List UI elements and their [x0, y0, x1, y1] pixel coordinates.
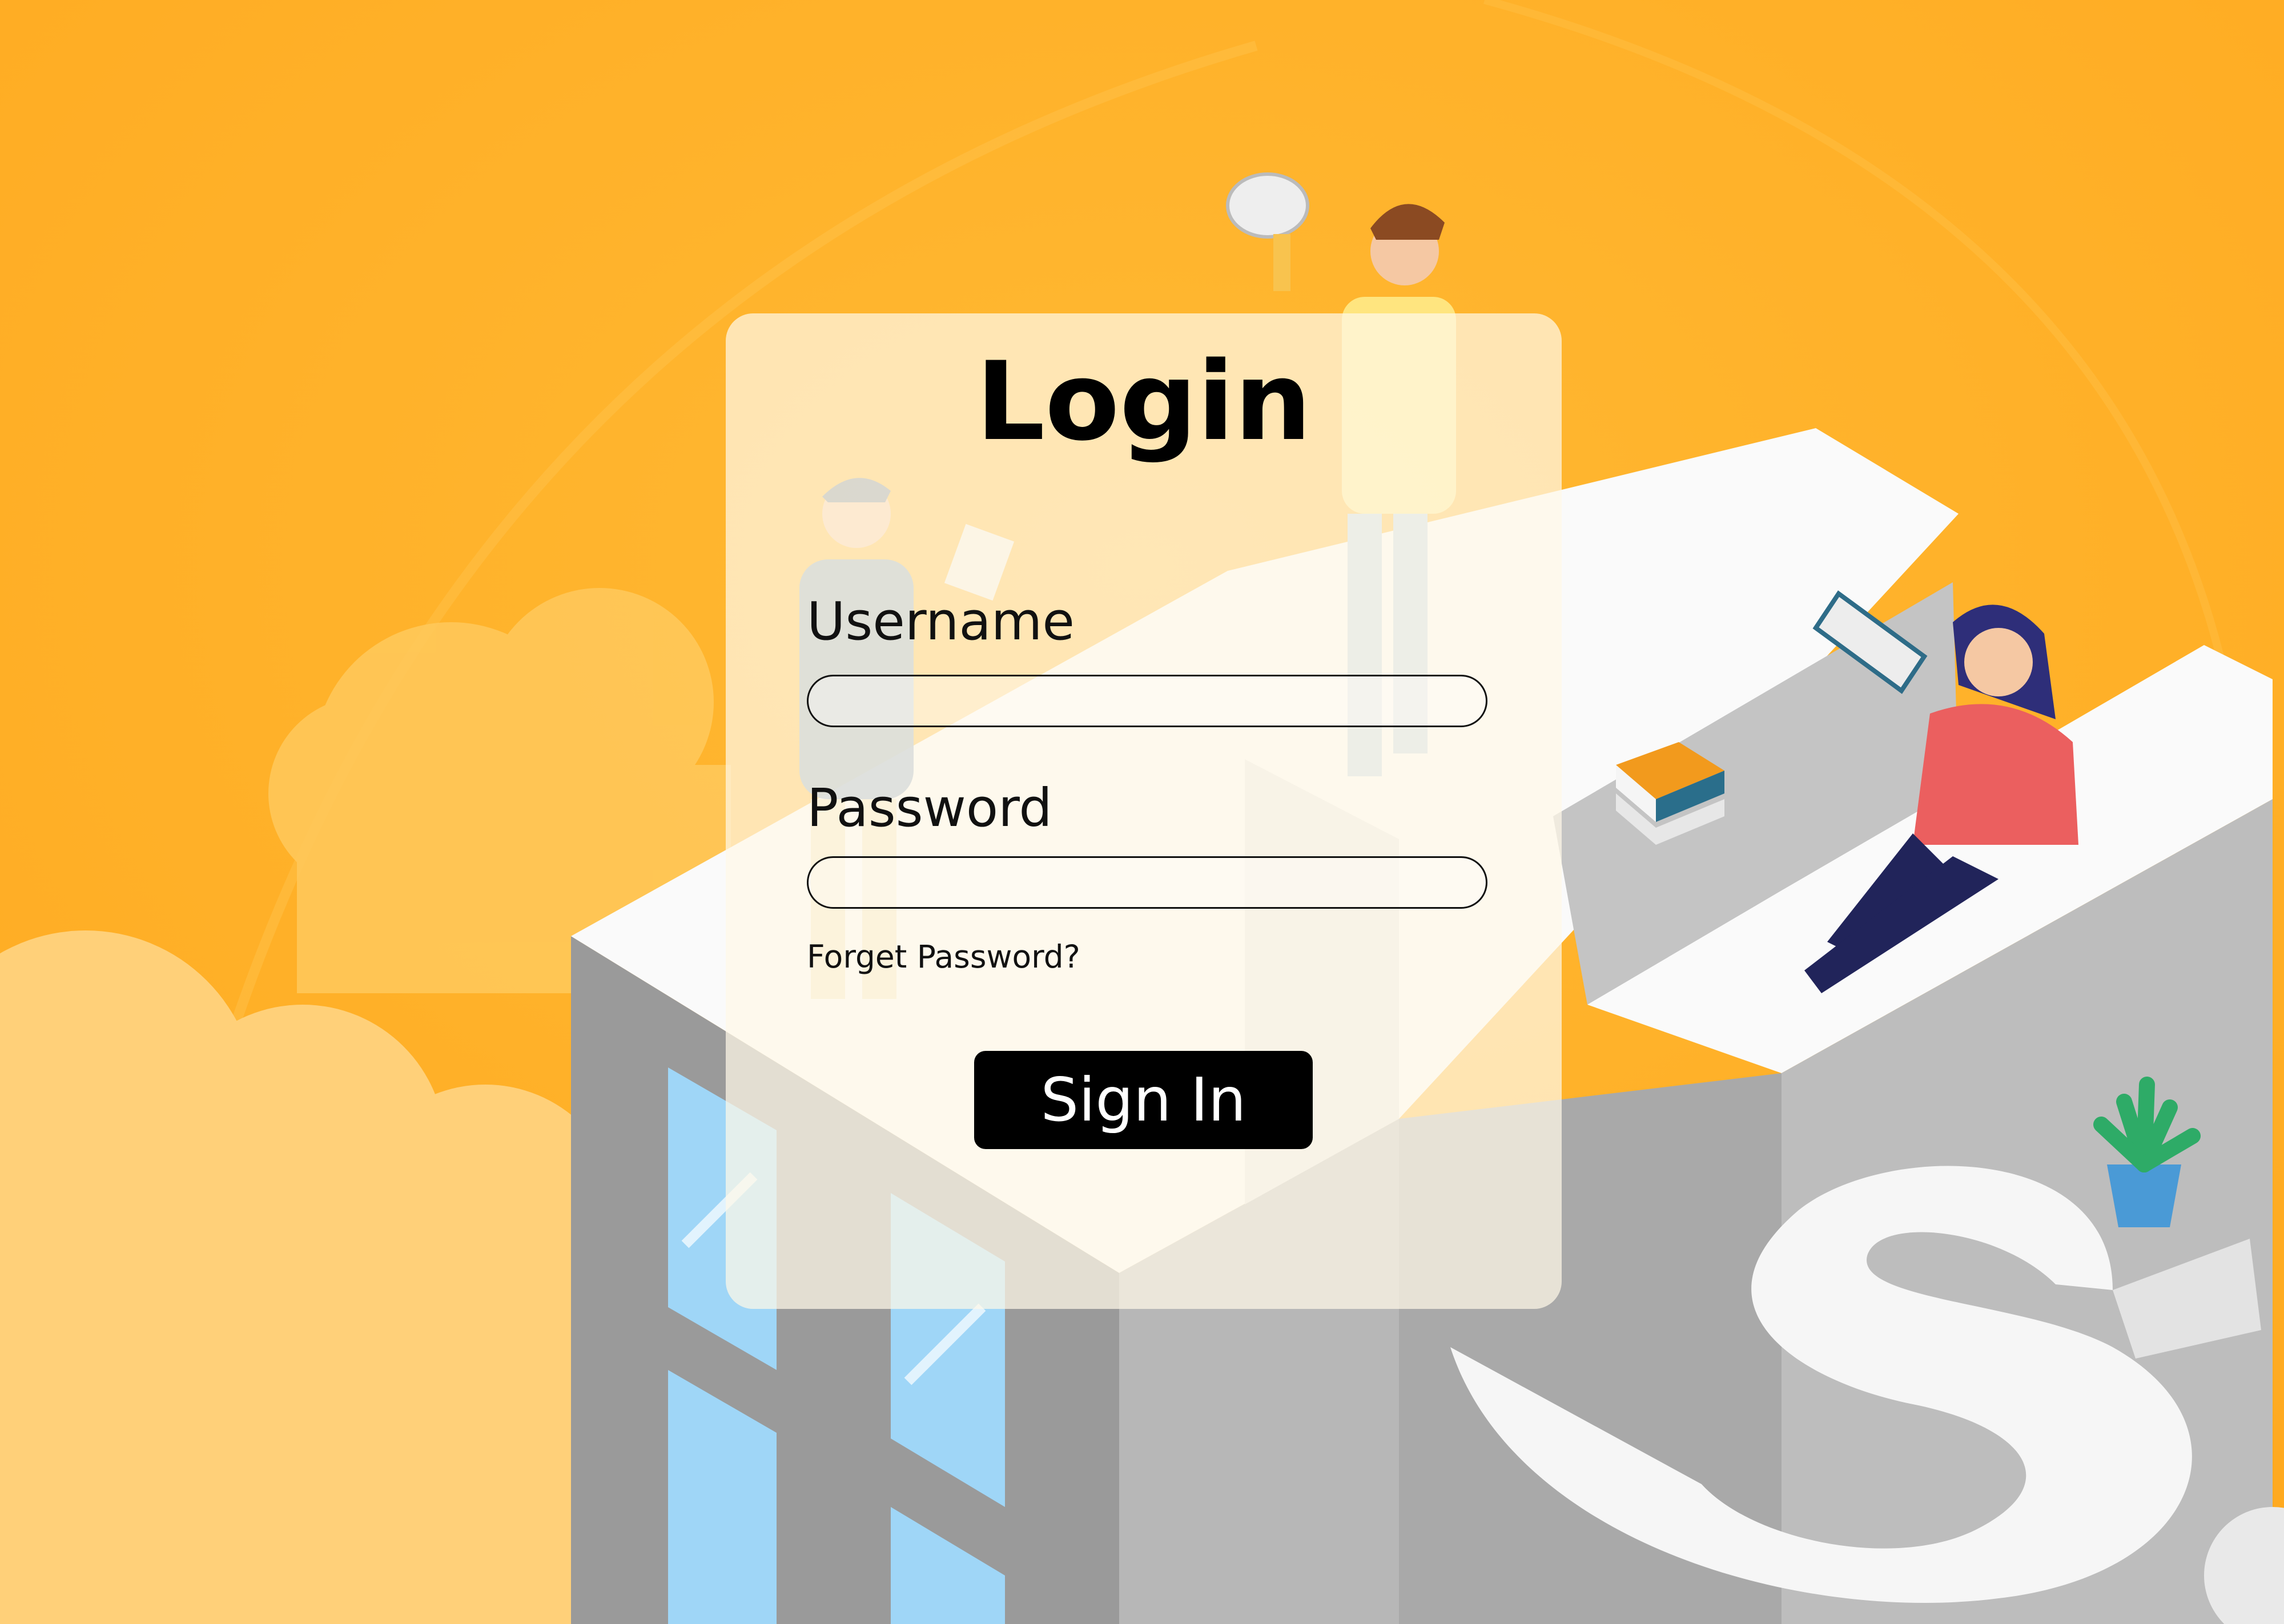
username-input[interactable] [807, 675, 1487, 727]
sign-in-button[interactable]: Sign In [974, 1051, 1313, 1149]
login-card: Login Username Password Forget Password?… [726, 313, 1562, 1309]
password-label: Password [807, 777, 1052, 839]
username-label: Username [807, 591, 1075, 652]
login-title: Login [976, 338, 1312, 465]
password-input[interactable] [807, 856, 1487, 909]
forgot-password-link[interactable]: Forget Password? [807, 941, 1080, 973]
